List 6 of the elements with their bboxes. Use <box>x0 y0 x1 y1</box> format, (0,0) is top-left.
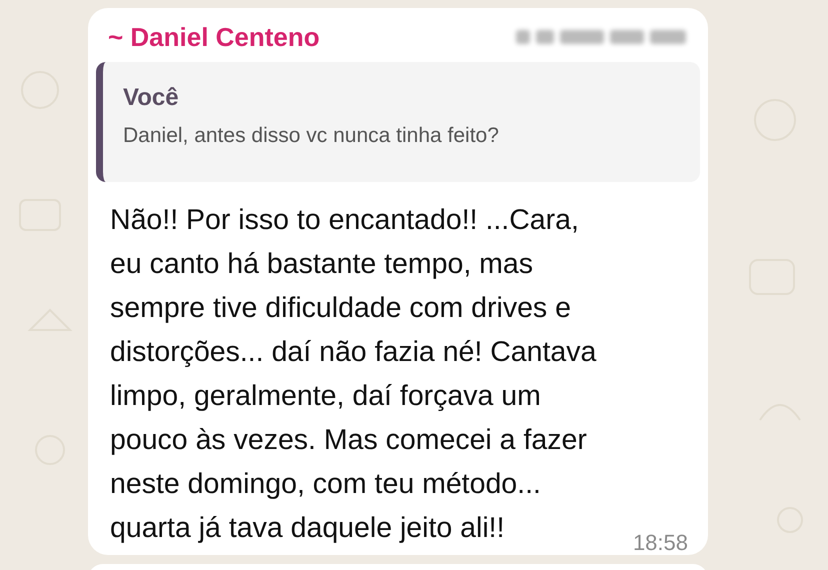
message-time: 18:58 <box>632 530 688 556</box>
message-text: Não!! Por isso to encantado!! ...Cara, eu canto há bastante tempo, mas sempre tive dificuldade com drives e distorções... daí não fazia né! Cantava limpo, geralmente, daí forçava um pouco às vezes. Mas comecei a fazer neste domingo, com teu método... quarta já tava daquele jeito ali!! <box>110 203 596 546</box>
quote-text: Daniel, antes disso vc nunca tinha feito? <box>123 124 500 148</box>
sender-name: ~ Daniel Centeno <box>108 22 320 52</box>
quoted-message[interactable]: Você Daniel, antes disso vc nunca tinha feito? <box>96 62 700 182</box>
quote-author: Você <box>123 84 180 112</box>
